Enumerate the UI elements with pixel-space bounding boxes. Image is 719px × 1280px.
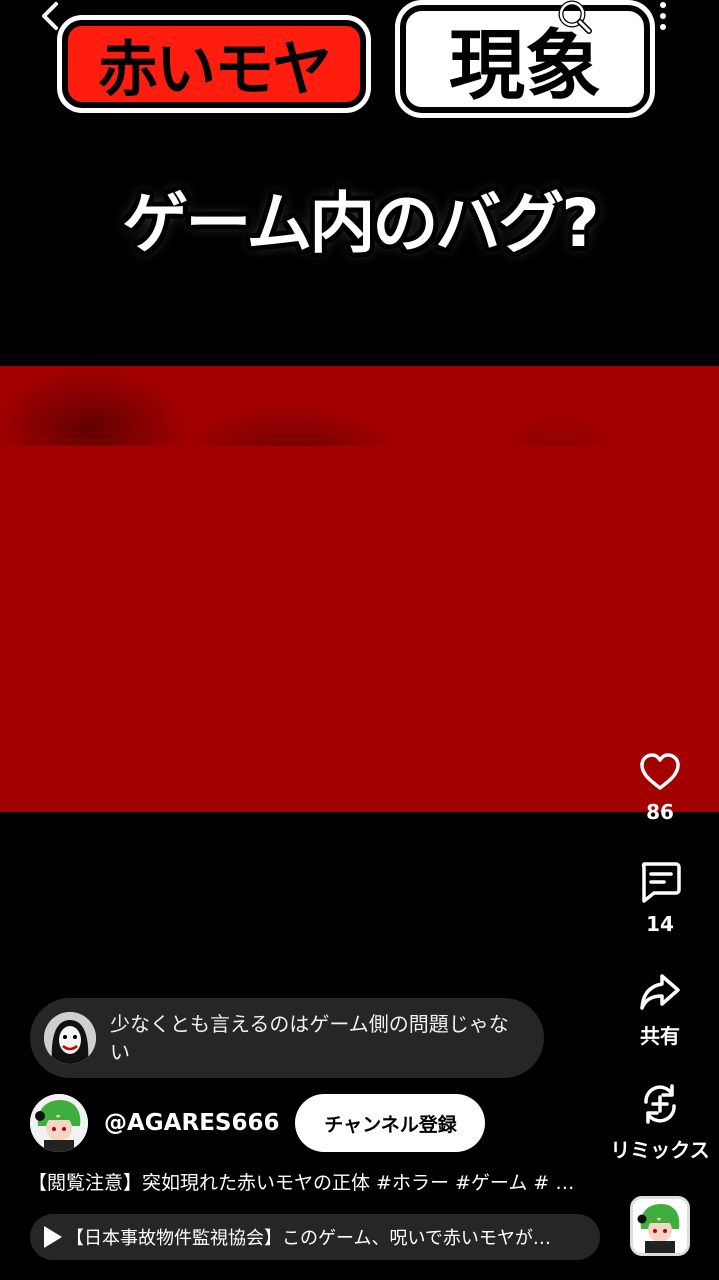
remix-icon	[644, 1084, 676, 1124]
remix-label: リミックス	[610, 1138, 710, 1162]
overlay-subtitle: ゲーム内のバグ?	[122, 185, 599, 262]
more-vertical-icon	[660, 2, 666, 30]
related-video-link[interactable]: 【日本事故物件監視協会】このゲーム、呪いで赤いモヤが…	[30, 1214, 600, 1260]
pinned-comment-text: 少なくとも言えるのはゲーム側の問題じゃない	[110, 1012, 509, 1064]
video-frame[interactable]	[0, 366, 719, 812]
share-label: 共有	[640, 1024, 680, 1048]
comments-button[interactable]: 14	[608, 860, 712, 936]
red-haze	[0, 366, 719, 812]
more-options-button[interactable]	[648, 0, 678, 40]
remix-button[interactable]: リミックス	[608, 1082, 712, 1163]
video-description[interactable]: 【閲覧注意】突如現れた赤いモヤの正体 #ホラー #ゲーム # …	[28, 1168, 608, 1195]
like-button[interactable]: 86	[608, 752, 712, 824]
commenter-avatar	[44, 1012, 96, 1064]
like-count: 86	[646, 800, 674, 824]
overlay-title-white: 現象	[400, 5, 650, 113]
sound-thumbnail[interactable]	[630, 1196, 690, 1256]
share-icon	[640, 974, 680, 1010]
heart-icon	[640, 753, 680, 790]
channel-handle[interactable]: @AGARES666	[104, 1110, 279, 1136]
share-button[interactable]: 共有	[608, 972, 712, 1049]
comment-icon	[641, 862, 681, 903]
pinned-comment[interactable]: 少なくとも言えるのはゲーム側の問題じゃない	[30, 998, 544, 1078]
related-video-title: 【日本事故物件監視協会】このゲーム、呪いで赤いモヤが…	[66, 1228, 551, 1249]
channel-avatar[interactable]	[30, 1094, 88, 1152]
overlay-title-red: 赤いモヤ	[62, 20, 366, 108]
subscribe-button[interactable]: チャンネル登録	[295, 1094, 486, 1152]
channel-row: @AGARES666 チャンネル登録	[30, 1092, 486, 1154]
comment-count: 14	[646, 912, 674, 936]
play-icon	[44, 1226, 62, 1248]
search-button[interactable]	[555, 0, 595, 40]
search-icon	[558, 0, 592, 34]
